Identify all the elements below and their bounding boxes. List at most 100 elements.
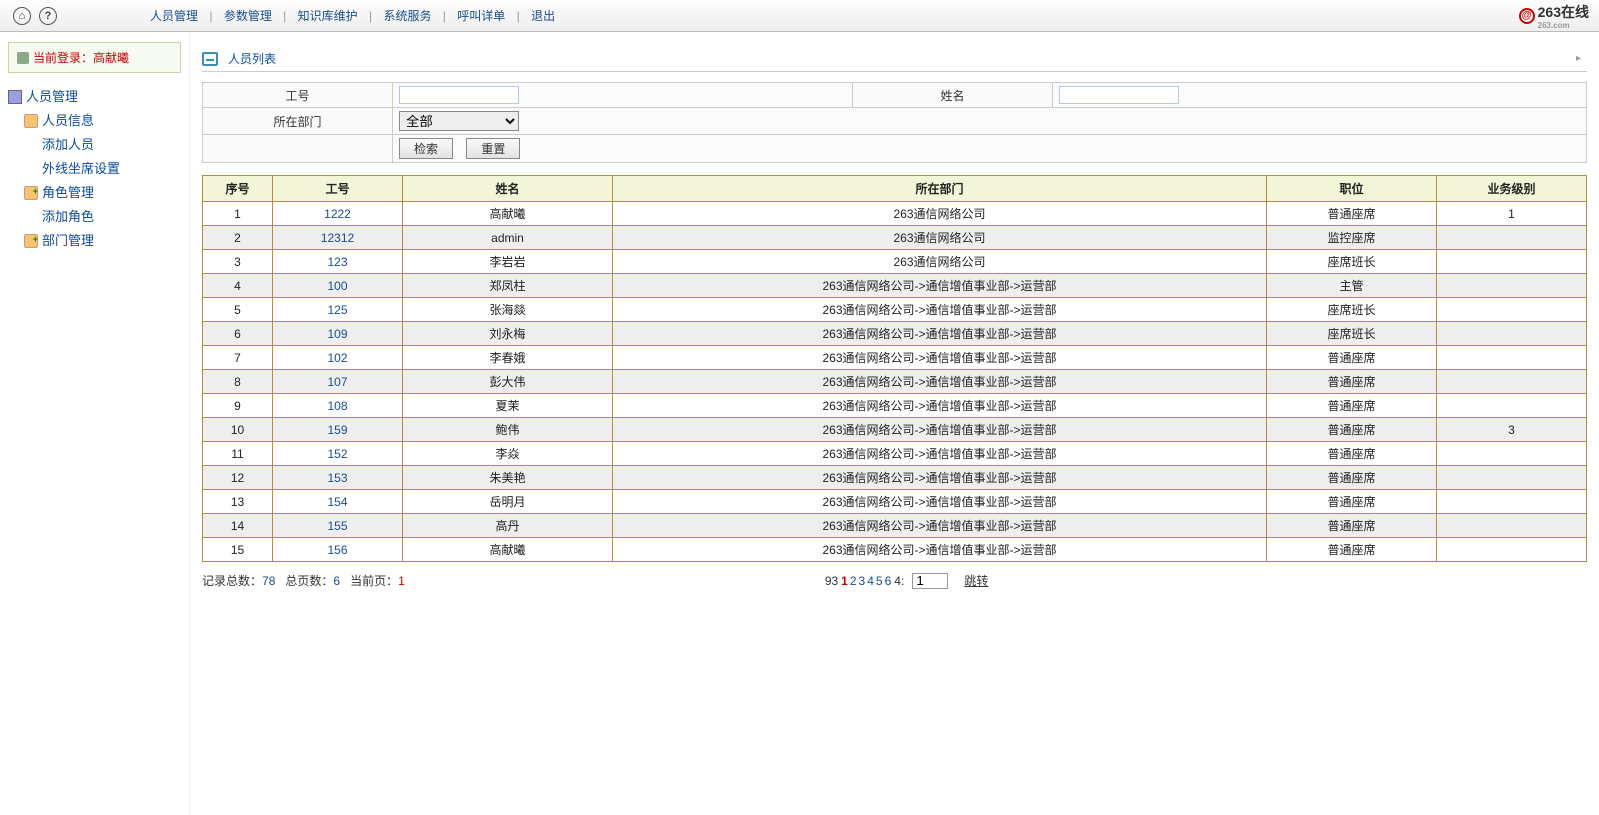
- root-icon: [8, 90, 22, 104]
- reset-button[interactable]: 重置: [466, 138, 520, 159]
- table-cell: [1437, 370, 1587, 394]
- tree-node[interactable]: 添加角色: [8, 205, 181, 229]
- table-cell: 5: [203, 298, 273, 322]
- table-row[interactable]: 14155高丹263通信网络公司->通信增值事业部->运营部普通座席: [203, 514, 1587, 538]
- table-cell: 263通信网络公司->通信增值事业部->运营部: [613, 394, 1267, 418]
- tree-node[interactable]: 外线坐席设置: [8, 157, 181, 181]
- pager-page-link[interactable]: 4: [866, 574, 875, 588]
- tree-node[interactable]: 部门管理: [8, 229, 181, 253]
- table-row[interactable]: 15156高献曦263通信网络公司->通信增值事业部->运营部普通座席: [203, 538, 1587, 562]
- name-input[interactable]: [1059, 86, 1179, 104]
- table-cell: 普通座席: [1267, 418, 1437, 442]
- top-bar-left: ⌂ ? 人员管理 | 参数管理 | 知识库维护 | 系统服务 | 呼叫详单 | …: [10, 7, 563, 25]
- table-row[interactable]: 11152李焱263通信网络公司->通信增值事业部->运营部普通座席: [203, 442, 1587, 466]
- pager-jump-button[interactable]: 跳转: [964, 572, 988, 589]
- nav-knowledge[interactable]: 知识库维护: [290, 9, 366, 23]
- pager-page-input[interactable]: [912, 573, 948, 589]
- table-cell: 154: [273, 490, 403, 514]
- pager-stats: 记录总数：78 总页数：6 当前页：1: [202, 572, 405, 589]
- table-row[interactable]: 4100郑凤柱263通信网络公司->通信增值事业部->运营部主管: [203, 274, 1587, 298]
- search-button[interactable]: 检索: [399, 138, 453, 159]
- nav-logout[interactable]: 退出: [523, 9, 563, 23]
- tree-node[interactable]: 角色管理: [8, 181, 181, 205]
- pager-links: 93 123456 4: 跳转: [825, 572, 989, 589]
- nav-personnel[interactable]: 人员管理: [142, 9, 206, 23]
- table-cell: 普通座席: [1267, 346, 1437, 370]
- table-row[interactable]: 10159鲍伟263通信网络公司->通信增值事业部->运营部普通座席3: [203, 418, 1587, 442]
- pager-page-link[interactable]: 2: [849, 574, 858, 588]
- table-cell: 123: [273, 250, 403, 274]
- table-cell: 彭大伟: [403, 370, 613, 394]
- table-row[interactable]: 7102李春娥263通信网络公司->通信增值事业部->运营部普通座席: [203, 346, 1587, 370]
- table-cell: 11: [203, 442, 273, 466]
- section-title: 人员列表: [228, 50, 276, 67]
- table-cell: 高丹: [403, 514, 613, 538]
- pager: 记录总数：78 总页数：6 当前页：1 93 123456 4: 跳转: [202, 572, 1587, 589]
- table-row[interactable]: 5125张海燚263通信网络公司->通信增值事业部->运营部座席班长: [203, 298, 1587, 322]
- nav-tree: 人员管理人员信息添加人员外线坐席设置角色管理添加角色部门管理: [8, 85, 181, 253]
- help-icon[interactable]: ?: [39, 7, 57, 25]
- collapse-arrow-icon[interactable]: ▸: [1576, 53, 1581, 64]
- login-box: 当前登录：高献曦: [8, 42, 181, 73]
- user-icon: [17, 52, 29, 64]
- emp-no-label: 工号: [203, 83, 393, 108]
- dept-select[interactable]: 全部: [399, 111, 519, 131]
- table-row[interactable]: 12153朱美艳263通信网络公司->通信增值事业部->运营部普通座席: [203, 466, 1587, 490]
- folder2-icon: [24, 186, 38, 200]
- nav-params[interactable]: 参数管理: [216, 9, 280, 23]
- pager-prefix: 93: [825, 574, 838, 588]
- table-cell: 李春娥: [403, 346, 613, 370]
- name-label: 姓名: [853, 83, 1053, 108]
- table-cell: 高献曦: [403, 538, 613, 562]
- table-cell: 152: [273, 442, 403, 466]
- col-header: 工号: [273, 176, 403, 202]
- table-cell: 107: [273, 370, 403, 394]
- emp-no-input[interactable]: [399, 86, 519, 104]
- table-cell: [1437, 466, 1587, 490]
- table-cell: 8: [203, 370, 273, 394]
- table-cell: 夏茉: [403, 394, 613, 418]
- table-row[interactable]: 13154岳明月263通信网络公司->通信增值事业部->运营部普通座席: [203, 490, 1587, 514]
- table-cell: [1437, 394, 1587, 418]
- table-cell: 普通座席: [1267, 538, 1437, 562]
- tree-node[interactable]: 人员信息: [8, 109, 181, 133]
- tree-node[interactable]: 添加人员: [8, 133, 181, 157]
- logo: @ 263在线 263.com: [1519, 2, 1589, 30]
- tree-node[interactable]: 人员管理: [8, 85, 181, 109]
- nav-call[interactable]: 呼叫详单: [449, 9, 513, 23]
- table-cell: 普通座席: [1267, 370, 1437, 394]
- table-cell: 2: [203, 226, 273, 250]
- table-cell: 263通信网络公司->通信增值事业部->运营部: [613, 442, 1267, 466]
- table-row[interactable]: 212312admin263通信网络公司监控座席: [203, 226, 1587, 250]
- table-row[interactable]: 8107彭大伟263通信网络公司->通信增值事业部->运营部普通座席: [203, 370, 1587, 394]
- table-row[interactable]: 11222高献曦263通信网络公司普通座席1: [203, 202, 1587, 226]
- table-cell: 普通座席: [1267, 466, 1437, 490]
- table-cell: 10: [203, 418, 273, 442]
- nav-system[interactable]: 系统服务: [375, 9, 439, 23]
- table-cell: 15: [203, 538, 273, 562]
- pager-suffix: 4:: [894, 574, 904, 588]
- table-cell: 108: [273, 394, 403, 418]
- tree-label: 添加人员: [42, 134, 94, 156]
- pager-page-link[interactable]: 5: [875, 574, 884, 588]
- filter-table: 工号 姓名 所在部门 全部 检索 重置: [202, 82, 1587, 163]
- logo-sub-text: 263.com: [1538, 22, 1589, 30]
- tree-label: 角色管理: [42, 182, 94, 204]
- table-cell: 263通信网络公司->通信增值事业部->运营部: [613, 298, 1267, 322]
- table-cell: 263通信网络公司->通信增值事业部->运营部: [613, 514, 1267, 538]
- table-cell: 1: [203, 202, 273, 226]
- table-row[interactable]: 3123李岩岩263通信网络公司座席班长: [203, 250, 1587, 274]
- table-cell: 普通座席: [1267, 394, 1437, 418]
- table-cell: 鲍伟: [403, 418, 613, 442]
- table-cell: 263通信网络公司: [613, 202, 1267, 226]
- logo-main-text: 263在线: [1538, 4, 1589, 20]
- pager-page-link[interactable]: 3: [858, 574, 867, 588]
- pager-page-link[interactable]: 6: [884, 574, 893, 588]
- table-cell: 102: [273, 346, 403, 370]
- table-cell: 张海燚: [403, 298, 613, 322]
- home-icon[interactable]: ⌂: [13, 7, 31, 25]
- table-row[interactable]: 6109刘永梅263通信网络公司->通信增值事业部->运营部座席班长: [203, 322, 1587, 346]
- pager-page-link: 1: [840, 574, 849, 588]
- table-row[interactable]: 9108夏茉263通信网络公司->通信增值事业部->运营部普通座席: [203, 394, 1587, 418]
- table-cell: 3: [203, 250, 273, 274]
